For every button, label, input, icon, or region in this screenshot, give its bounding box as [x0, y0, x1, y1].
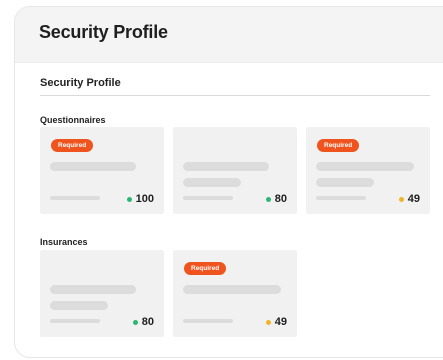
score: 80	[132, 316, 154, 328]
score-dot-icon	[265, 196, 271, 202]
required-badge: Required	[51, 139, 94, 152]
skeleton-footer	[50, 319, 100, 323]
score: 49	[398, 193, 420, 205]
skeleton-line	[316, 162, 414, 171]
insurance-card-2[interactable]: Required 49	[173, 250, 297, 337]
score: 80	[265, 193, 287, 205]
section-title: Security Profile	[40, 77, 121, 89]
score-dot-icon	[265, 319, 271, 325]
skeleton-footer	[50, 196, 100, 200]
score-value: 49	[274, 316, 287, 328]
score-dot-icon	[126, 196, 132, 202]
score-value: 80	[141, 316, 154, 328]
score: 49	[265, 316, 287, 328]
security-profile-panel: Security Profile Security Profile Questi…	[14, 6, 443, 358]
skeleton-line	[50, 162, 136, 171]
questionnaire-card-1[interactable]: Required 100	[40, 127, 164, 214]
questionnaire-card-2[interactable]: 80	[173, 127, 297, 214]
insurances-label: Insurances	[40, 237, 88, 247]
score-dot-icon	[132, 319, 138, 325]
required-badge: Required	[317, 139, 360, 152]
score-dot-icon	[398, 196, 404, 202]
skeleton-footer	[183, 196, 233, 200]
skeleton-line	[183, 162, 269, 171]
score-value: 80	[274, 193, 287, 205]
score: 100	[126, 193, 154, 205]
page-title: Security Profile	[39, 22, 168, 42]
questionnaire-card-3[interactable]: Required 49	[306, 127, 430, 214]
panel-header: Security Profile	[15, 7, 443, 63]
skeleton-footer	[316, 196, 366, 200]
skeleton-footer	[183, 319, 233, 323]
skeleton-line	[50, 285, 136, 294]
skeleton-line	[183, 285, 281, 294]
questionnaires-label: Questionnaires	[40, 115, 106, 125]
section-divider	[40, 95, 430, 96]
required-badge: Required	[184, 262, 227, 275]
score-value: 100	[135, 193, 154, 205]
skeleton-line	[183, 178, 241, 187]
insurance-card-1[interactable]: 80	[40, 250, 164, 337]
skeleton-line	[316, 178, 374, 187]
score-value: 49	[407, 193, 420, 205]
skeleton-line	[50, 301, 108, 310]
